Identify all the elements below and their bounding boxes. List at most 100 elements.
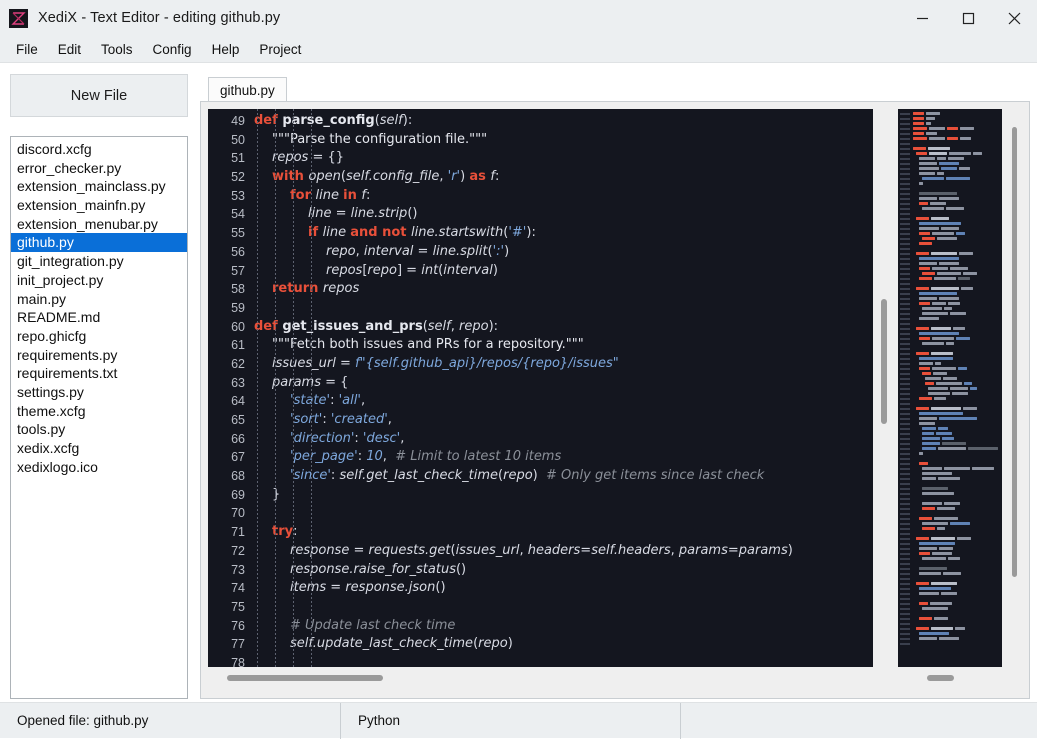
new-file-button[interactable]: New File (10, 74, 188, 117)
minimap-line-number (900, 287, 910, 290)
file-list-item[interactable]: xedix.xcfg (11, 439, 187, 458)
code-editor[interactable]: 49 def parse_config(self): 50 """Parse the … (208, 109, 873, 667)
line-content: 'direction': 'desc', (290, 430, 405, 446)
minimap-vertical-scroll-thumb[interactable] (1012, 127, 1017, 577)
line-number: 50 (231, 132, 245, 147)
menu-item-tools[interactable]: Tools (92, 39, 142, 60)
status-message: Opened file: github.py (17, 713, 149, 728)
file-list-item[interactable]: theme.xcfg (11, 402, 187, 421)
code-line: 55 if line and not line.startswith('#'): (208, 224, 793, 243)
minimap-line-number (900, 117, 910, 120)
minimap-vertical-scrollbar[interactable] (1007, 109, 1022, 667)
line-number: 62 (231, 356, 245, 371)
editor-vertical-scroll-thumb[interactable] (881, 299, 887, 424)
minimap-line-number (900, 252, 910, 255)
line-content: items = response.json() (290, 580, 446, 596)
code-line: 49 def parse_config(self): (208, 112, 793, 131)
file-list-item[interactable]: github.py (11, 233, 187, 253)
file-list-item[interactable]: README.md (11, 308, 187, 327)
minimap-line-number (900, 582, 910, 585)
file-list-item[interactable]: extension_mainfn.py (11, 196, 187, 215)
menu-item-file[interactable]: File (7, 39, 47, 60)
minimap-line-number (900, 312, 910, 315)
line-content: 'since': self.get_last_check_time(repo) … (290, 468, 765, 484)
minimap-line-number (900, 187, 910, 190)
line-content: def get_issues_and_prs(self, repo): (254, 318, 499, 334)
minimap-line-number (900, 537, 910, 540)
menu-item-help[interactable]: Help (203, 39, 249, 60)
minimap-line-number (900, 337, 910, 340)
line-number: 61 (231, 338, 245, 353)
minimap-line-number (900, 502, 910, 505)
file-list-item[interactable]: git_integration.py (11, 252, 187, 271)
minimap-line-number (900, 217, 910, 220)
file-list-item[interactable]: xedixlogo.ico (11, 458, 187, 477)
minimap-line-number (900, 242, 910, 245)
minimap-line-number (900, 627, 910, 630)
file-list-item[interactable]: main.py (11, 290, 187, 309)
line-content: """Parse the configuration file.""" (272, 131, 488, 147)
editor-vertical-scrollbar[interactable] (877, 109, 891, 667)
minimap-horizontal-scroll-thumb[interactable] (927, 675, 954, 681)
tab-github-py[interactable]: github.py (208, 77, 287, 102)
line-number: 64 (231, 394, 245, 409)
line-number: 71 (231, 525, 245, 540)
line-number: 53 (231, 188, 245, 203)
maximize-icon[interactable] (945, 0, 991, 36)
editor-horizontal-scrollbar[interactable] (208, 671, 891, 685)
file-list-item[interactable]: extension_menubar.py (11, 215, 187, 234)
line-number: 54 (231, 207, 245, 222)
line-number: 68 (231, 469, 245, 484)
code-line: 77 self.update_last_check_time(repo) (208, 635, 793, 654)
minimap-line-number (900, 422, 910, 425)
line-content: 'state': 'all', (290, 393, 366, 409)
minimap-line-number (900, 462, 910, 465)
close-icon[interactable] (991, 0, 1037, 36)
file-list-item[interactable]: extension_mainclass.py (11, 177, 187, 196)
code-line: 51 repos = {} (208, 149, 793, 168)
minimap-line-number (900, 532, 910, 535)
code-minimap[interactable] (898, 109, 1002, 667)
file-list-item[interactable]: discord.xcfg (11, 140, 187, 159)
minimize-icon[interactable] (899, 0, 945, 36)
file-list-item[interactable]: tools.py (11, 420, 187, 439)
line-number: 65 (231, 413, 245, 427)
line-number: 63 (231, 375, 245, 390)
indent-guide (293, 109, 294, 667)
code-line: 59 (208, 299, 793, 318)
file-list[interactable]: discord.xcfg error_checker.py extension_ma… (10, 136, 188, 699)
indent-guide (257, 109, 258, 667)
code-line: 52 with open(self.config_file, 'r') as f: (208, 168, 793, 187)
minimap-line-number (900, 632, 910, 635)
file-list-item[interactable]: settings.py (11, 383, 187, 402)
menu-item-edit[interactable]: Edit (49, 39, 90, 60)
code-line: 54 line = line.strip() (208, 205, 793, 224)
code-line: 76 # Update last check time (208, 617, 793, 636)
minimap-line-number (900, 392, 910, 395)
line-content: # Update last check time (290, 617, 456, 633)
minimap-line-number (900, 292, 910, 295)
menu-item-project[interactable]: Project (250, 39, 310, 60)
line-number: 56 (231, 244, 245, 259)
minimap-horizontal-scrollbar[interactable] (898, 671, 1022, 685)
line-content: issues_url = f"{self.github_api}/repos/{… (272, 355, 619, 371)
minimap-line-number (900, 477, 910, 480)
file-list-item[interactable]: init_project.py (11, 271, 187, 290)
editor-horizontal-scroll-thumb[interactable] (227, 675, 383, 681)
file-list-item[interactable]: repo.ghicfg (11, 327, 187, 346)
menu-item-config[interactable]: Config (144, 39, 201, 60)
line-number: 49 (231, 114, 245, 128)
minimap-line-number (900, 487, 910, 490)
minimap-line-number (900, 432, 910, 435)
minimap-line-number (900, 372, 910, 375)
line-number: 55 (231, 226, 245, 241)
file-list-item[interactable]: error_checker.py (11, 159, 187, 178)
file-list-item[interactable]: requirements.txt (11, 364, 187, 383)
line-content: """Fetch both issues and PRs for a repos… (272, 337, 584, 353)
minimap-line-number (900, 587, 910, 590)
code-line: 64 'state': 'all', (208, 392, 793, 411)
file-list-item[interactable]: requirements.py (11, 346, 187, 365)
minimap-line-number (900, 397, 910, 400)
minimap-line-number (900, 592, 910, 595)
editor-area: github.py 49 def parse_config(self): 50 """… (200, 74, 1030, 699)
